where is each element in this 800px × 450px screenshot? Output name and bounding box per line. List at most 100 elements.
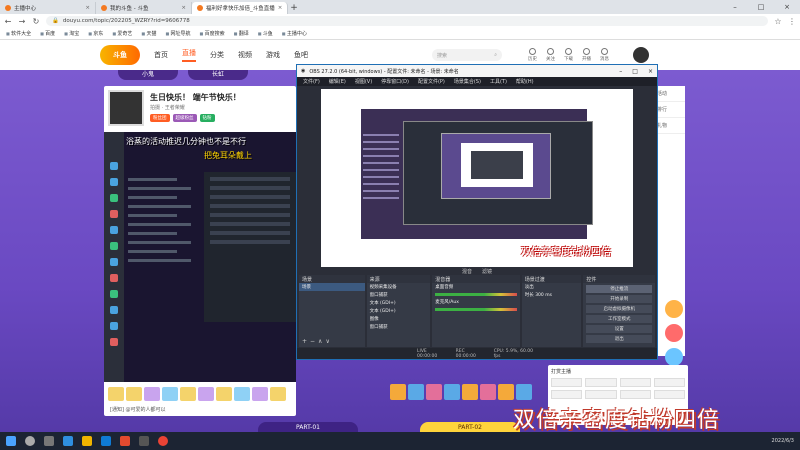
maximize-icon[interactable]: □ [748,0,774,14]
exit-button[interactable]: 退出 [586,335,653,343]
nav-yuba[interactable]: 鱼吧 [294,50,308,60]
bookmark-item[interactable]: 网址导航 [165,30,191,37]
nav-category[interactable]: 分类 [210,50,224,60]
gift-icon[interactable] [462,384,478,400]
gift-icon[interactable] [390,384,406,400]
gift-icon[interactable] [252,387,268,401]
source-item[interactable]: 图像 [367,315,431,323]
badge[interactable]: 粉丝团 [150,114,170,122]
close-icon[interactable]: × [278,5,283,11]
user-avatar[interactable] [633,47,649,63]
source-item[interactable]: 窗口捕获 [367,291,431,299]
nav-home[interactable]: 首页 [154,50,168,60]
gift-icon[interactable] [444,384,460,400]
start-recording-button[interactable]: 开始录制 [586,295,653,303]
gift-icon[interactable] [126,387,142,401]
minimize-icon[interactable]: – [722,0,748,14]
new-tab-icon[interactable]: + [288,2,300,14]
task-view-icon[interactable] [44,436,54,446]
bookmark-item[interactable]: 百度搜索 [200,30,225,37]
gift-icon[interactable] [480,384,496,400]
bookmark-item[interactable]: 斗鱼 [258,30,273,37]
studio-mode-button[interactable]: 工作室模式 [586,315,653,323]
gift-icon[interactable] [426,384,442,400]
sidebar-item[interactable]: 活动 [655,86,685,102]
settings-button[interactable]: 设置 [586,325,653,333]
nav-video[interactable]: 视频 [238,50,252,60]
bookmark-item[interactable]: 百度 [40,30,55,37]
nav-game[interactable]: 游戏 [266,50,280,60]
app-icon[interactable] [120,436,130,446]
tip-option[interactable] [585,378,617,387]
start-icon[interactable] [6,436,16,446]
event-pill[interactable]: 长虹 [188,70,248,80]
star-icon[interactable]: ☆ [774,17,782,26]
minimize-icon[interactable]: – [619,68,622,75]
tip-option[interactable] [551,378,583,387]
source-item[interactable]: 文本 (GDI+) [367,299,431,307]
menu-edit[interactable]: 编辑(E) [329,78,346,85]
volume-meter[interactable] [435,293,517,296]
follow-button[interactable]: 关注 [546,48,555,62]
activity-icon[interactable] [665,348,683,366]
menu-icon[interactable]: ⋮ [788,17,796,26]
gift-icon[interactable] [162,387,178,401]
filters-toggle[interactable]: 滤镜 [482,268,492,275]
dock-footer-icons[interactable]: +−∧∨ [302,338,333,345]
tip-option[interactable] [585,390,617,399]
store-icon[interactable] [101,436,111,446]
gift-icon[interactable] [180,387,196,401]
lucky-bag-icon[interactable] [665,300,683,318]
tip-option[interactable] [619,390,651,399]
transition-select[interactable]: 淡出 [522,283,582,291]
tip-option[interactable] [619,378,651,387]
gift-icon[interactable] [516,384,532,400]
reload-icon[interactable]: ↻ [32,17,40,26]
close-icon[interactable]: × [648,68,653,75]
menu-tools[interactable]: 工具(T) [490,78,507,85]
bookmark-item[interactable]: 主播中心 [282,30,307,37]
virtual-camera-button[interactable]: 启动虚拟摄像机 [586,305,653,313]
volume-meter[interactable] [435,308,517,311]
close-window-icon[interactable]: × [774,0,800,14]
sidebar-item[interactable]: 礼物 [655,118,685,134]
badge[interactable]: 超级粉丝 [172,114,197,122]
obs-preview[interactable]: 双倍亲密度钻粉四倍 [321,89,633,267]
history-button[interactable]: 历史 [528,48,537,62]
gift-icon[interactable] [270,387,286,401]
edge-icon[interactable] [63,436,73,446]
stream-video[interactable]: 浴蒸的活动推迟几分钟也不是不行 把兔耳朵戴上 [104,132,296,382]
chrome-icon[interactable] [158,436,168,446]
tab-anchor-center[interactable]: 主播中心 × [0,2,96,14]
sidebar-item[interactable]: 排行 [655,102,685,118]
search-icon[interactable]: ⌕ [494,52,497,58]
obs-taskbar-icon[interactable] [139,436,149,446]
bookmark-item[interactable]: 软件大全 [6,30,31,37]
gift-icon[interactable] [216,387,232,401]
close-icon[interactable]: × [85,5,90,11]
gift-icon[interactable] [198,387,214,401]
folder-icon[interactable] [82,436,92,446]
download-button[interactable]: 下载 [564,48,573,62]
messages-button[interactable]: 消息 [600,48,609,62]
start-stream-button[interactable]: 开播 [582,48,591,62]
stop-streaming-button[interactable]: 停止推流 [586,285,653,293]
maximize-icon[interactable]: □ [632,68,638,75]
forward-icon[interactable]: → [18,17,26,26]
menu-docks[interactable]: 停靠窗口(D) [381,78,409,85]
douyu-logo[interactable]: 斗鱼 [100,45,140,65]
source-item[interactable]: 窗口捕获 [367,323,431,331]
tip-option[interactable] [653,378,685,387]
bookmark-item[interactable]: 天猫 [141,30,156,37]
badge[interactable]: 钻粉 [199,114,215,122]
search-input[interactable]: 搜索 ⌕ [432,49,502,61]
bookmark-item[interactable]: 京东 [88,30,103,37]
menu-view[interactable]: 视图(V) [355,78,372,85]
bookmark-item[interactable]: 翻译 [234,30,249,37]
gift-icon[interactable] [108,387,124,401]
scene-item[interactable]: 场景 [299,283,365,291]
tip-option[interactable] [653,390,685,399]
bookmark-item[interactable]: 爱奇艺 [112,30,132,37]
menu-help[interactable]: 帮助(H) [516,78,534,85]
bookmark-item[interactable]: 淘宝 [64,30,79,37]
